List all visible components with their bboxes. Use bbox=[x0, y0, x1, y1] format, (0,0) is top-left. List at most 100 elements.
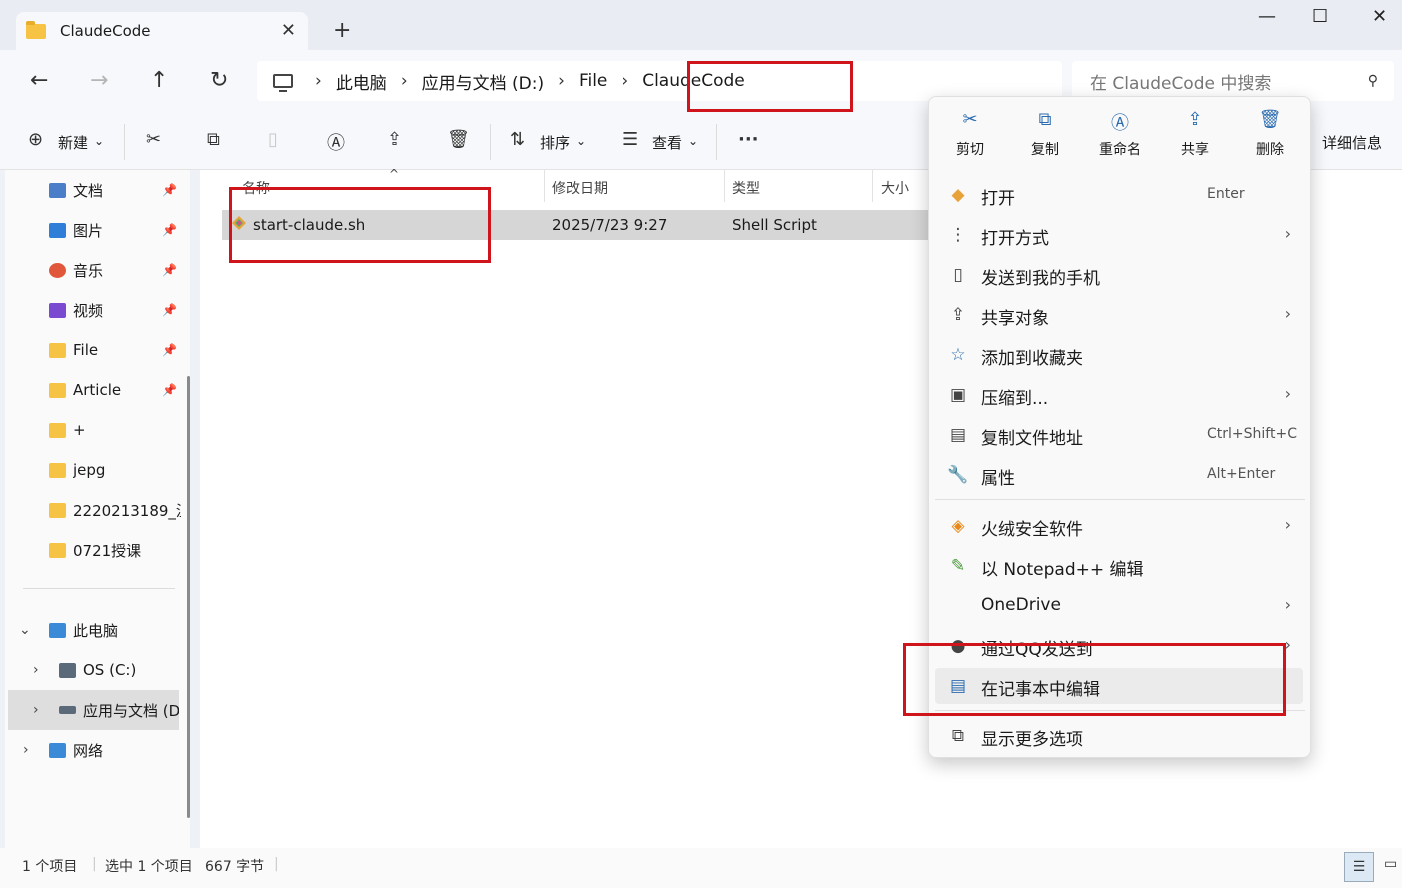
share-button[interactable]: ⇪ 共享 bbox=[1158, 107, 1232, 163]
menu-item-send-to-phone[interactable]: ▯ 发送到我的手机 bbox=[935, 257, 1305, 293]
share-icon[interactable]: ⇪ bbox=[387, 129, 402, 150]
new-button[interactable]: 新建 bbox=[58, 132, 88, 153]
more-button[interactable]: ··· bbox=[738, 129, 759, 150]
shell-script-icon: ◆ bbox=[951, 185, 965, 205]
menu-item-copy-path[interactable]: ▤ 复制文件地址 Ctrl+Shift+C bbox=[935, 417, 1305, 453]
cut-button[interactable]: ✂ 剪切 bbox=[933, 107, 1007, 163]
sidebar-item-drive-c[interactable]: › OS (C:) bbox=[5, 650, 185, 690]
chevron-right-icon[interactable]: › bbox=[33, 702, 39, 718]
back-button[interactable]: ← bbox=[30, 68, 48, 93]
menu-item-compress[interactable]: ▣ 压缩到... › bbox=[935, 377, 1305, 413]
breadcrumb-this-pc[interactable]: 此电脑 bbox=[336, 69, 387, 94]
search-input[interactable]: 在 ClaudeCode 中搜索 bbox=[1090, 69, 1271, 94]
sidebar-item-0721[interactable]: 0721授课 bbox=[5, 530, 185, 570]
paste-icon[interactable]: ▯ bbox=[268, 129, 278, 150]
delete-button[interactable]: 🗑 删除 bbox=[1233, 107, 1307, 163]
sidebar-item-label: File bbox=[73, 341, 99, 359]
menu-item-label: 添加到收藏夹 bbox=[981, 349, 1083, 369]
view-button[interactable]: 查看 bbox=[652, 132, 682, 153]
menu-item-open[interactable]: ◆ 打开 Enter bbox=[935, 177, 1305, 213]
table-row[interactable]: start-claude.sh 2025/7/23 9:27 Shell Scr… bbox=[222, 210, 942, 240]
cut-icon[interactable]: ✂ bbox=[146, 129, 161, 150]
folder-icon bbox=[26, 20, 46, 39]
menu-divider bbox=[935, 710, 1305, 711]
sort-icon: ⇅ bbox=[510, 129, 526, 150]
column-header-modified[interactable]: 修改日期 bbox=[552, 178, 608, 198]
breadcrumb-claudecode[interactable]: ClaudeCode bbox=[642, 71, 745, 91]
sidebar-item-this-pc[interactable]: ⌄ 此电脑 bbox=[5, 610, 185, 650]
sidebar-item-documents[interactable]: 文档 📌 bbox=[5, 170, 185, 210]
menu-item-more-options[interactable]: ⧉ 显示更多选项 bbox=[935, 718, 1305, 754]
up-button[interactable]: ↑ bbox=[150, 68, 168, 93]
chevron-down-icon[interactable]: ⌄ bbox=[19, 622, 31, 638]
sidebar-item-plus[interactable]: + bbox=[5, 410, 185, 450]
column-header-size[interactable]: 大小 bbox=[881, 178, 909, 198]
menu-item-add-favorites[interactable]: ☆ 添加到收藏夹 bbox=[935, 337, 1305, 373]
column-divider[interactable] bbox=[872, 170, 873, 202]
rename-button[interactable]: Ⓐ 重命名 bbox=[1083, 107, 1157, 163]
sidebar-item-music[interactable]: 音乐 📌 bbox=[5, 250, 185, 290]
sidebar-item-network[interactable]: › 网络 bbox=[5, 730, 185, 770]
menu-item-send-qq[interactable]: ● 通过QQ发送到 › bbox=[935, 628, 1305, 664]
menu-item-label: 属性 bbox=[981, 469, 1015, 489]
refresh-button[interactable]: ↻ bbox=[210, 68, 228, 93]
menu-item-share-with[interactable]: ⇪ 共享对象 › bbox=[935, 297, 1305, 333]
sidebar-item-videos[interactable]: 视频 📌 bbox=[5, 290, 185, 330]
sidebar-item-label: jepg bbox=[73, 461, 106, 479]
sidebar-item-file[interactable]: File 📌 bbox=[5, 330, 185, 370]
menu-item-onedrive[interactable]: OneDrive › bbox=[935, 588, 1305, 624]
menu-item-label: 火绒安全软件 bbox=[981, 520, 1083, 540]
copy-icon[interactable]: ⧉ bbox=[207, 129, 220, 150]
share-icon: ⇪ bbox=[1187, 109, 1203, 130]
rename-icon[interactable]: Ⓐ bbox=[327, 129, 345, 155]
minimize-button[interactable]: — bbox=[1258, 6, 1276, 27]
file-name[interactable]: start-claude.sh bbox=[253, 216, 365, 234]
tab-claudecode[interactable]: ClaudeCode ✕ bbox=[16, 12, 308, 50]
close-tab-button[interactable]: ✕ bbox=[281, 20, 296, 41]
column-header-name[interactable]: 名称 bbox=[242, 178, 270, 198]
column-header-type[interactable]: 类型 bbox=[732, 178, 760, 198]
details-view-icon[interactable]: ☰ bbox=[1344, 852, 1374, 882]
new-tab-button[interactable]: + bbox=[333, 18, 351, 43]
sidebar-item-article[interactable]: Article 📌 bbox=[5, 370, 185, 410]
sidebar-item-label: 此电脑 bbox=[73, 621, 119, 640]
tab-title: ClaudeCode bbox=[60, 22, 151, 40]
sort-button[interactable]: 排序 bbox=[540, 132, 570, 153]
address-bar[interactable]: › 此电脑 › 应用与文档 (D:) › File › ClaudeCode bbox=[257, 61, 1062, 101]
menu-item-open-with[interactable]: ⋮ 打开方式 › bbox=[935, 217, 1305, 253]
sidebar-item-label: 文档 bbox=[73, 181, 104, 200]
sidebar-item-jepg[interactable]: jepg bbox=[5, 450, 185, 490]
chevron-right-icon[interactable]: › bbox=[33, 662, 39, 678]
sidebar-item-drive-d[interactable]: › 应用与文档 (D:) bbox=[8, 690, 179, 730]
sidebar-item-pictures[interactable]: 图片 📌 bbox=[5, 210, 185, 250]
menu-item-huorong[interactable]: ◈ 火绒安全软件 › bbox=[935, 508, 1305, 544]
chevron-right-icon: › bbox=[1284, 515, 1291, 534]
menu-item-properties[interactable]: 🔧 属性 Alt+Enter bbox=[935, 457, 1305, 493]
column-divider[interactable] bbox=[544, 170, 545, 202]
close-window-button[interactable]: ✕ bbox=[1372, 6, 1387, 27]
forward-button[interactable]: → bbox=[90, 68, 108, 93]
search-box[interactable]: 在 ClaudeCode 中搜索 ⚲ bbox=[1072, 61, 1394, 101]
breadcrumb-drive-d[interactable]: 应用与文档 (D:) bbox=[422, 69, 545, 94]
music-icon bbox=[49, 262, 66, 278]
folder-icon bbox=[49, 502, 66, 518]
chevron-right-icon[interactable]: › bbox=[23, 742, 29, 758]
context-menu: ✂ 剪切 ⧉ 复制 Ⓐ 重命名 ⇪ 共享 🗑 删除 ◆ 打开 Enter ⋮ 打… bbox=[928, 96, 1311, 758]
tiles-view-icon[interactable]: ▭ bbox=[1384, 856, 1397, 872]
breadcrumb-file[interactable]: File bbox=[579, 71, 607, 91]
menu-item-edit-notepad[interactable]: ▤ 在记事本中编辑 bbox=[935, 668, 1303, 704]
videos-icon bbox=[49, 302, 66, 318]
delete-icon[interactable]: 🗑 bbox=[447, 129, 470, 150]
details-button[interactable]: 详细信息 bbox=[1322, 132, 1382, 153]
column-divider[interactable] bbox=[724, 170, 725, 202]
chevron-right-icon: › bbox=[1284, 384, 1291, 403]
item-count: 1 个项目 bbox=[22, 859, 78, 875]
status-divider: | bbox=[274, 856, 279, 872]
status-divider: | bbox=[92, 856, 97, 872]
sidebar-item-2220213189[interactable]: 2220213189_温 bbox=[5, 490, 185, 530]
maximize-button[interactable]: ☐ bbox=[1312, 6, 1328, 27]
copy-button[interactable]: ⧉ 复制 bbox=[1008, 107, 1082, 163]
sidebar-scrollbar[interactable] bbox=[187, 376, 190, 818]
menu-item-notepadpp[interactable]: ✎ 以 Notepad++ 编辑 bbox=[935, 548, 1305, 584]
folder-icon bbox=[49, 422, 66, 438]
